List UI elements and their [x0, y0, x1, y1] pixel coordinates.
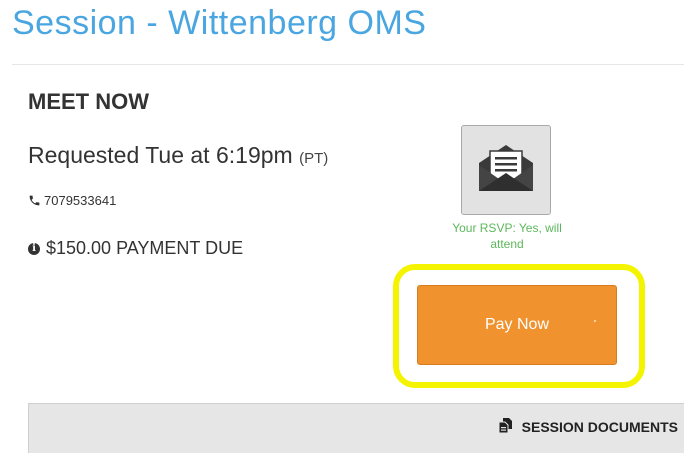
- pay-now-button[interactable]: Pay Now: [417, 285, 617, 365]
- session-documents-label: SESSION DOCUMENTS: [521, 419, 678, 435]
- documents-icon: [498, 417, 514, 437]
- rsvp-button[interactable]: [461, 125, 551, 215]
- requested-time: Requested Tue at 6:19pm (PT): [28, 142, 328, 169]
- payment-due-row: i $150.00 PAYMENT DUE: [28, 238, 243, 259]
- phone-row: 7079533641: [28, 193, 116, 208]
- session-documents-bar: SESSION DOCUMENTS: [28, 403, 684, 453]
- session-documents-tab[interactable]: SESSION DOCUMENTS: [498, 417, 678, 437]
- button-dot: [594, 320, 596, 322]
- phone-number: 7079533641: [44, 193, 117, 208]
- pay-now-label: Pay Now: [484, 316, 550, 333]
- requested-time-text: Requested Tue at 6:19pm: [28, 142, 293, 168]
- timezone-label: (PT): [299, 150, 329, 167]
- payment-due-text: $150.00 PAYMENT DUE: [46, 238, 244, 258]
- page-title: Session - Wittenberg OMS: [12, 4, 427, 42]
- phone-icon: [28, 194, 41, 207]
- info-circle-icon: i: [28, 242, 40, 255]
- session-type-heading: MEET NOW: [28, 89, 149, 114]
- header-divider: [12, 64, 684, 65]
- envelope-letter-icon: [477, 143, 535, 198]
- rsvp-status: Your RSVP: Yes, will attend: [452, 221, 562, 251]
